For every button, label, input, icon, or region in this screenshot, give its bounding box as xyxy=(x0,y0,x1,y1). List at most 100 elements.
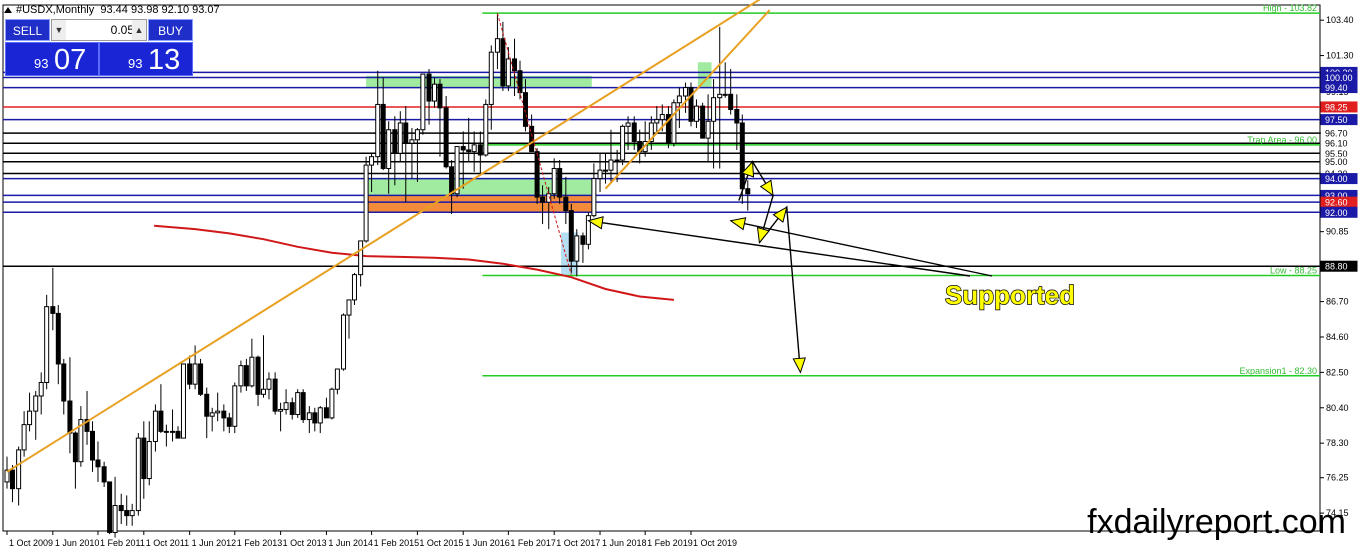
candle xyxy=(483,99,489,157)
candle-body xyxy=(21,424,27,451)
candle-body xyxy=(215,410,221,414)
x-tick-label: 1 Oct 2013 xyxy=(283,538,327,548)
candle xyxy=(107,481,113,535)
candle-body xyxy=(129,510,135,517)
candle-body xyxy=(358,240,364,276)
lot-increase-icon[interactable]: ▲ xyxy=(132,20,146,40)
candle-body xyxy=(295,392,301,416)
candle-body xyxy=(574,235,580,262)
candle-body xyxy=(494,38,500,53)
candle-body xyxy=(426,73,432,102)
candle-body xyxy=(27,410,33,426)
candle-body xyxy=(16,449,22,490)
price-label-text: 92.00 xyxy=(1325,208,1348,218)
candle-body xyxy=(654,119,660,124)
sell-price-prefix: 93 xyxy=(34,56,49,71)
candle-body xyxy=(369,156,375,166)
candle-body xyxy=(50,306,56,314)
lot-size-field: ▼ ▲ xyxy=(51,19,147,41)
candle-body xyxy=(505,58,511,87)
fib-label: Expansion1 - 82.30 xyxy=(1239,366,1317,376)
candle xyxy=(688,82,694,127)
candle-body xyxy=(306,412,312,421)
y-tick-label: 76.25 xyxy=(1326,473,1349,483)
candle-body xyxy=(175,430,181,439)
x-tick-label: 1 Feb 2017 xyxy=(510,538,556,548)
sell-price-box[interactable]: 93 07 xyxy=(5,42,99,76)
candle xyxy=(300,389,306,423)
lot-decrease-icon[interactable]: ▼ xyxy=(52,20,66,40)
candle-body xyxy=(597,169,603,180)
candle xyxy=(351,272,357,305)
x-tick-label: 1 Oct 2015 xyxy=(419,538,463,548)
candle-body xyxy=(432,83,437,102)
candle-body xyxy=(346,299,352,316)
candle xyxy=(329,387,335,420)
candle-body xyxy=(33,395,39,412)
candle-body xyxy=(420,73,426,131)
sell-price-pips: 07 xyxy=(54,44,87,76)
candle-body xyxy=(414,129,420,141)
price-label-text: 96.70 xyxy=(1325,129,1348,139)
price-label-text: 98.25 xyxy=(1325,102,1348,112)
candle-body xyxy=(209,412,215,417)
candle-body xyxy=(551,167,557,195)
candle-body xyxy=(625,122,631,127)
candle-body xyxy=(101,466,107,483)
candle xyxy=(272,372,278,415)
candle-body xyxy=(180,363,186,439)
candle-body xyxy=(238,365,244,387)
candle-body xyxy=(135,437,141,512)
candle-body xyxy=(471,144,477,153)
candle-body xyxy=(483,103,489,156)
candle-body xyxy=(500,38,506,87)
candle-body xyxy=(466,149,472,153)
highlight-zone xyxy=(366,195,592,213)
candle-body xyxy=(688,87,694,122)
x-tick-label: 1 Jun 2014 xyxy=(328,538,373,548)
candle-body xyxy=(152,410,158,442)
candle-body xyxy=(614,159,620,162)
candle-body xyxy=(317,407,323,424)
candle-body xyxy=(112,505,118,533)
candle-body xyxy=(477,144,483,156)
candle-body xyxy=(631,122,637,143)
candle-body xyxy=(717,93,723,99)
candle xyxy=(135,433,141,516)
lot-size-input[interactable] xyxy=(66,20,136,40)
candle-body xyxy=(278,408,284,412)
y-tick-label: 86.70 xyxy=(1326,297,1349,307)
fib-label: Low - 88.25 xyxy=(1270,265,1317,275)
candle-body xyxy=(329,388,335,419)
buy-button[interactable]: BUY xyxy=(148,19,193,41)
buy-price-box[interactable]: 93 13 xyxy=(99,42,193,76)
buy-price-pips: 13 xyxy=(148,44,181,76)
candle-body xyxy=(95,459,101,468)
y-tick-label: 80.40 xyxy=(1326,403,1349,413)
candle xyxy=(585,212,591,250)
candle-body xyxy=(671,102,677,144)
candle-body xyxy=(693,105,699,122)
x-tick-label: 1 Oct 2011 xyxy=(146,538,189,548)
candle xyxy=(44,294,50,390)
price-label-text: 92.60 xyxy=(1325,198,1348,208)
y-tick-label: 103.40 xyxy=(1326,15,1354,25)
candle-body xyxy=(272,378,278,412)
candle xyxy=(232,382,238,434)
candle-body xyxy=(124,510,130,517)
candle-body xyxy=(683,87,689,97)
candle-body xyxy=(454,146,460,195)
sell-button[interactable]: SELL xyxy=(5,19,50,41)
candle-body xyxy=(711,97,717,122)
candle-body xyxy=(620,125,626,161)
symbol-label: #USDX,Monthly xyxy=(16,4,95,16)
y-tick-label: 101.30 xyxy=(1326,51,1354,61)
candle-body xyxy=(557,167,563,198)
candle-body xyxy=(334,368,340,390)
candle xyxy=(198,358,204,396)
candle-body xyxy=(255,356,261,395)
candle-body xyxy=(705,120,711,139)
candle-body xyxy=(608,159,614,171)
candle-body xyxy=(460,146,466,151)
candle-body xyxy=(72,432,78,463)
